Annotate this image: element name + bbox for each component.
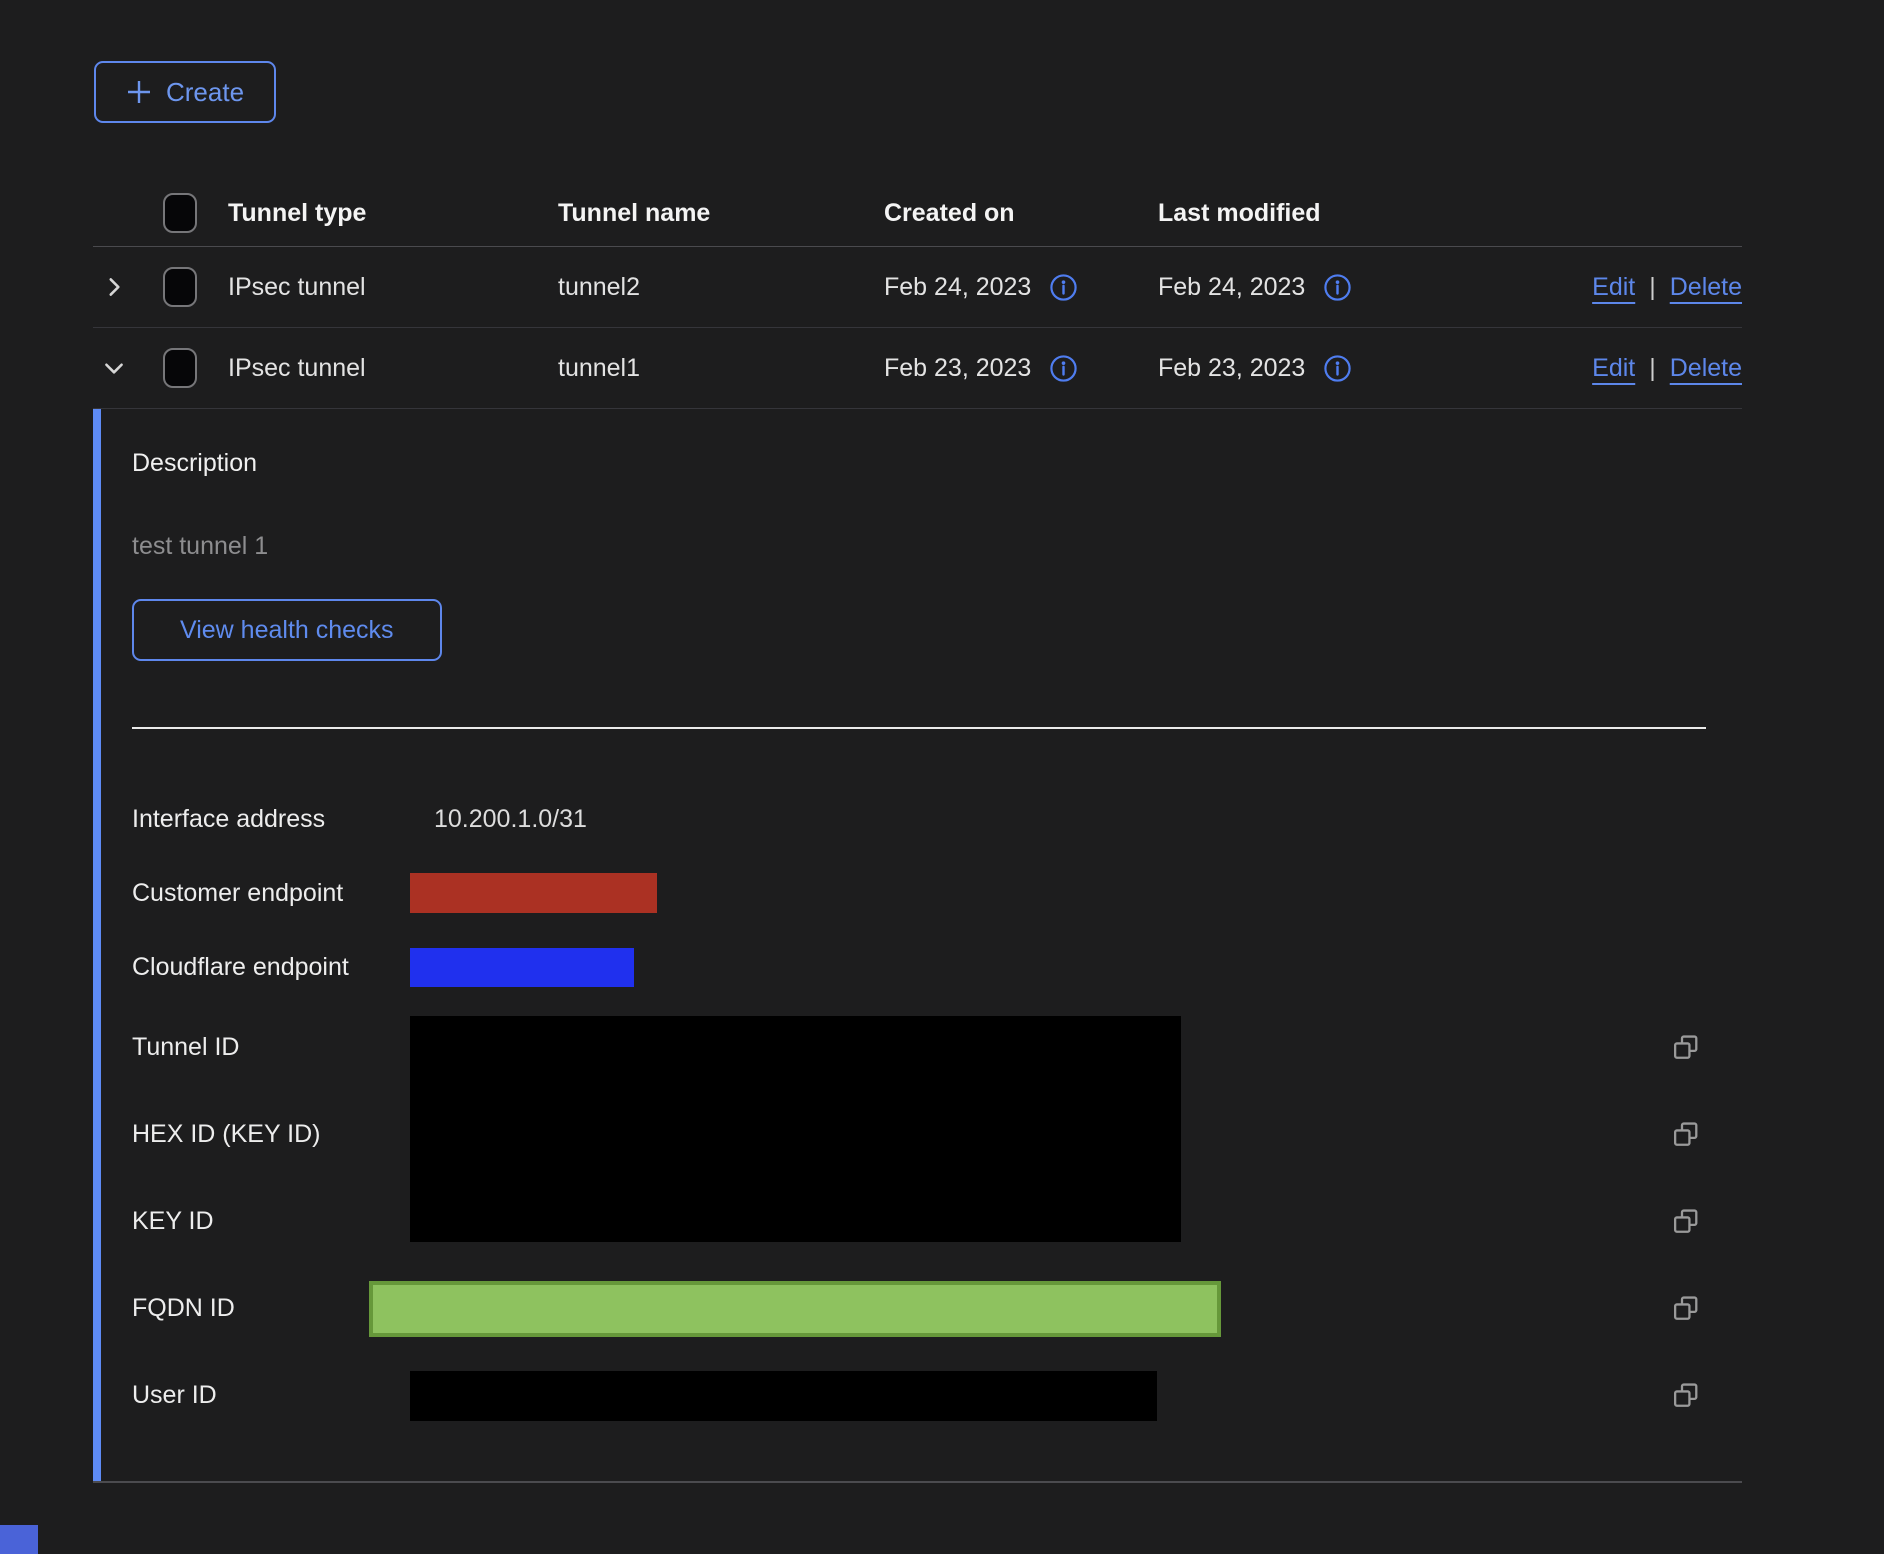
last-modified-cell: Feb 24, 2023 — [1158, 273, 1305, 302]
copy-icon[interactable] — [1670, 1206, 1702, 1238]
detail-row-interface-address: Interface address 10.200.1.0/31 — [132, 782, 1742, 856]
header-created-on: Created on — [884, 199, 1158, 228]
edit-link[interactable]: Edit — [1592, 354, 1635, 383]
header-check-cell — [163, 193, 228, 233]
row-checkbox[interactable] — [163, 348, 197, 388]
info-icon[interactable] — [1323, 354, 1352, 383]
select-all-checkbox[interactable] — [163, 193, 197, 233]
row-checkbox[interactable] — [163, 267, 197, 307]
delete-link[interactable]: Delete — [1670, 354, 1742, 383]
info-icon[interactable] — [1049, 354, 1078, 383]
tunnel-type-cell: IPsec tunnel — [228, 354, 558, 383]
field-label: Tunnel ID — [132, 1033, 410, 1062]
expanded-accent-bar — [93, 409, 101, 1481]
header-tunnel-name: Tunnel name — [558, 199, 884, 228]
id-fields-block: Tunnel ID HEX ID (KEY ID) — [132, 1004, 1742, 1265]
chevron-down-icon[interactable] — [101, 355, 127, 381]
tunnel-name-cell: tunnel2 — [558, 273, 884, 302]
table-row: IPsec tunnel tunnel1 Feb 23, 2023 Feb 23… — [93, 328, 1742, 409]
create-button-label: Create — [166, 77, 244, 108]
field-label: Cloudflare endpoint — [132, 953, 410, 982]
created-on-cell: Feb 23, 2023 — [884, 354, 1031, 383]
last-modified-cell: Feb 23, 2023 — [1158, 354, 1305, 383]
user-id-redaction — [410, 1371, 1157, 1421]
view-health-checks-button[interactable]: View health checks — [132, 599, 442, 661]
ids-redaction — [410, 1016, 1181, 1242]
detail-row-cloudflare-endpoint: Cloudflare endpoint — [132, 930, 1742, 1004]
action-separator: | — [1649, 354, 1656, 383]
copy-icon[interactable] — [1670, 1032, 1702, 1064]
field-label: Customer endpoint — [132, 879, 410, 908]
cropped-corner-element — [0, 1525, 38, 1554]
description-label: Description — [132, 449, 1742, 478]
delete-link[interactable]: Delete — [1670, 273, 1742, 302]
action-separator: | — [1649, 273, 1656, 302]
tunnels-page: Create Tunnel type Tunnel name Created o… — [0, 0, 1884, 1554]
chevron-right-icon[interactable] — [101, 274, 127, 300]
table-row: IPsec tunnel tunnel2 Feb 24, 2023 Feb 24… — [93, 247, 1742, 328]
detail-row-user-id: User ID — [132, 1352, 1742, 1439]
detail-divider — [132, 727, 1706, 729]
customer-endpoint-redaction — [410, 873, 657, 913]
interface-address-value: 10.200.1.0/31 — [410, 805, 587, 834]
tunnel-type-cell: IPsec tunnel — [228, 273, 558, 302]
plus-icon — [126, 79, 152, 105]
field-label: Interface address — [132, 805, 410, 834]
fqdn-id-redaction — [369, 1281, 1221, 1337]
header-last-modified: Last modified — [1158, 199, 1438, 228]
cloudflare-endpoint-redaction — [410, 948, 634, 987]
created-on-cell: Feb 24, 2023 — [884, 273, 1031, 302]
field-label: User ID — [132, 1381, 410, 1410]
table-header-row: Tunnel type Tunnel name Created on Last … — [93, 180, 1742, 247]
tunnel-detail-panel: Description test tunnel 1 View health ch… — [93, 409, 1742, 1483]
tunnel-name-cell: tunnel1 — [558, 354, 884, 383]
detail-row-customer-endpoint: Customer endpoint — [132, 856, 1742, 930]
header-tunnel-type: Tunnel type — [228, 199, 558, 228]
create-button[interactable]: Create — [94, 61, 276, 123]
tunnels-table: Tunnel type Tunnel name Created on Last … — [93, 180, 1742, 1483]
info-icon[interactable] — [1323, 273, 1352, 302]
field-label: HEX ID (KEY ID) — [132, 1120, 410, 1149]
info-icon[interactable] — [1049, 273, 1078, 302]
field-label: KEY ID — [132, 1207, 410, 1236]
copy-icon[interactable] — [1670, 1119, 1702, 1151]
detail-row-fqdn-id: FQDN ID — [132, 1265, 1742, 1352]
copy-icon[interactable] — [1670, 1293, 1702, 1325]
description-value: test tunnel 1 — [132, 532, 1742, 561]
copy-icon[interactable] — [1670, 1380, 1702, 1412]
edit-link[interactable]: Edit — [1592, 273, 1635, 302]
